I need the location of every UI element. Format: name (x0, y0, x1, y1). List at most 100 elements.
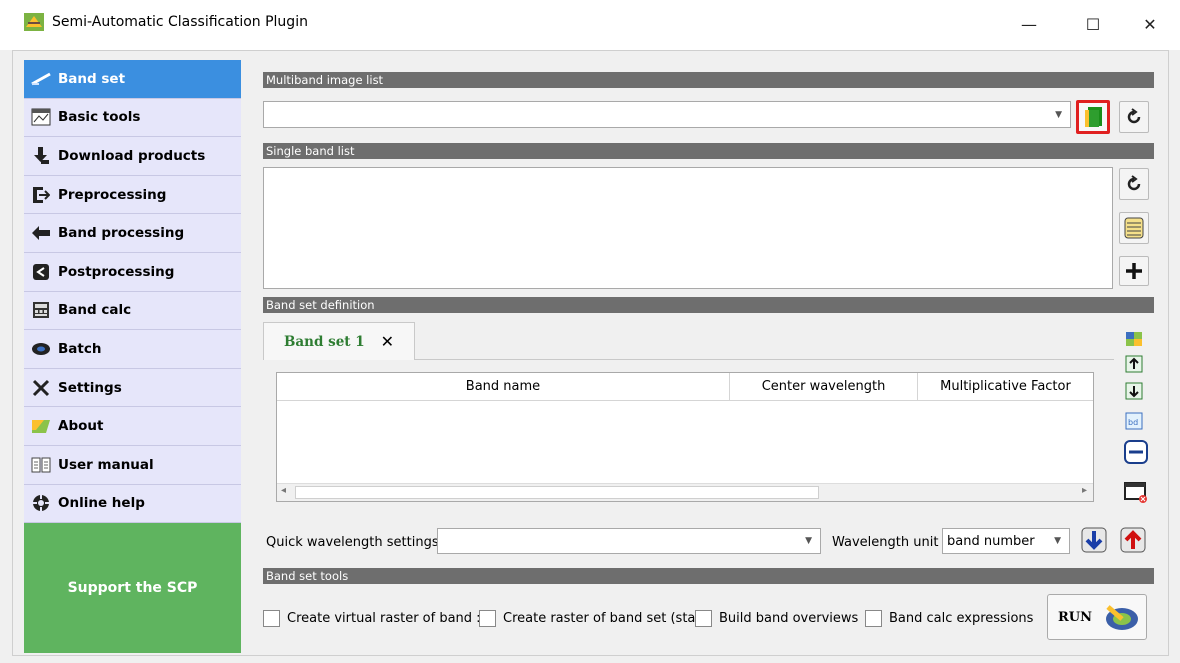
option-label: Create virtual raster of band : (287, 610, 481, 626)
sidebar-item-online-help[interactable]: Online help (24, 484, 241, 524)
import-icon (1126, 332, 1142, 346)
list-icon (1124, 217, 1144, 239)
sidebar-item-preprocessing[interactable]: Preprocessing (24, 175, 241, 215)
band-set-icon (30, 70, 52, 88)
sidebar-item-postprocessing[interactable]: Postprocessing (24, 252, 241, 292)
band-calc-expressions-option[interactable]: Band calc expressions (865, 608, 1033, 628)
sidebar-item-label: Download products (58, 147, 206, 164)
basic-tools-icon (30, 108, 52, 126)
column-center-wavelength[interactable]: Center wavelength (730, 373, 918, 401)
sidebar-item-label: Online help (58, 495, 145, 512)
sidebar-item-label: Basic tools (58, 109, 141, 126)
open-multiband-button[interactable] (1076, 100, 1110, 134)
refresh-icon (1127, 175, 1141, 191)
build-overviews-option[interactable]: Build band overviews (695, 608, 858, 628)
download-icon (30, 146, 52, 165)
calculator-icon (30, 301, 52, 319)
add-band-button[interactable] (1119, 256, 1149, 286)
column-band-name[interactable]: Band name (277, 373, 730, 401)
sidebar-item-band-processing[interactable]: Band processing (24, 214, 241, 253)
refresh-single-band-button[interactable] (1119, 168, 1149, 200)
run-icon (1106, 605, 1139, 630)
multiband-raster-icon (1085, 107, 1102, 127)
sidebar-item-label: User manual (58, 456, 154, 473)
preprocessing-icon (30, 186, 52, 204)
window-title: Semi-Automatic Classification Plugin (52, 14, 308, 30)
tab-band-set-1[interactable]: Band set 1 ✕ (263, 322, 415, 360)
sidebar-item-label: Band processing (58, 225, 185, 242)
sort-icon: bd (1125, 412, 1143, 430)
wavelength-unit-label: Wavelength unit (832, 535, 939, 550)
column-multiplicative-factor[interactable]: Multiplicative Factor (918, 373, 1093, 401)
sidebar-item-label: About (58, 418, 104, 435)
chevron-down-icon: ▼ (1055, 109, 1062, 120)
sidebar-item-settings[interactable]: Settings (24, 368, 241, 408)
about-icon (30, 417, 52, 435)
sidebar-item-download-products[interactable]: Download products (24, 137, 241, 176)
batch-icon (30, 340, 52, 358)
multiband-section-header: Multiband image list (263, 72, 1154, 88)
remove-band-button[interactable] (1121, 437, 1151, 467)
scrollbar-thumb[interactable] (295, 486, 819, 499)
run-button[interactable]: RUN (1047, 594, 1147, 640)
chevron-down-icon: ▼ (1054, 536, 1061, 546)
blue-down-arrow-icon (1081, 527, 1107, 553)
single-band-section-header: Single band list (263, 143, 1154, 159)
sidebar-item-band-calc[interactable]: Band calc (24, 291, 241, 331)
close-tab-icon[interactable]: ✕ (381, 332, 394, 351)
scroll-right-icon[interactable]: ▸ (1082, 485, 1087, 496)
refresh-icon (1127, 108, 1141, 124)
sidebar-item-label: Preprocessing (58, 186, 167, 203)
book-icon (30, 456, 52, 474)
close-button[interactable]: ✕ (1127, 8, 1173, 40)
checkbox[interactable] (263, 609, 280, 627)
maximize-button[interactable]: ☐ (1070, 8, 1116, 40)
sort-bands-button[interactable]: bd (1121, 408, 1147, 434)
option-label: Band calc expressions (889, 610, 1034, 626)
band-set-tools-header: Band set tools (263, 568, 1154, 584)
import-band-set-button[interactable] (1121, 326, 1147, 352)
sidebar-item-about[interactable]: About (24, 407, 241, 446)
quick-wavelength-label: Quick wavelength settings (266, 535, 439, 550)
create-virtual-raster-option[interactable]: Create virtual raster of band : (263, 608, 481, 628)
band-set-tab-strip: Band set 1 ✕ (263, 322, 1114, 360)
sidebar-item-user-manual[interactable]: User manual (24, 445, 241, 485)
import-band-set-file-button[interactable] (1117, 525, 1149, 555)
scroll-left-icon[interactable]: ◂ (281, 485, 286, 496)
sidebar-item-label: Batch (58, 340, 102, 357)
checkbox[interactable] (479, 609, 496, 627)
help-icon (30, 494, 52, 512)
checkbox[interactable] (865, 609, 882, 627)
option-label: Build band overviews (719, 610, 859, 626)
refresh-multiband-button[interactable] (1119, 101, 1149, 133)
tab-label: Band set 1 (284, 333, 365, 350)
horizontal-scrollbar[interactable]: ◂ ▸ (277, 483, 1093, 501)
band-set-table[interactable]: Band name Center wavelength Multiplicati… (276, 372, 1094, 502)
minimize-button[interactable]: — (1006, 8, 1052, 40)
quick-wavelength-combo[interactable]: ▼ (437, 528, 821, 554)
select-all-bands-button[interactable] (1119, 212, 1149, 244)
move-down-button[interactable] (1121, 378, 1147, 404)
sidebar-item-band-set[interactable]: Band set (24, 60, 241, 99)
sidebar-item-label: Band set (58, 70, 126, 87)
wavelength-unit-combo[interactable]: band number ▼ (942, 528, 1070, 554)
move-up-button[interactable] (1121, 351, 1147, 377)
band-set-definition-header: Band set definition (263, 297, 1154, 313)
sidebar-item-batch[interactable]: Batch (24, 330, 241, 369)
export-band-set-button[interactable] (1078, 525, 1110, 555)
minus-icon (1124, 440, 1148, 464)
sidebar-item-label: Settings (58, 379, 122, 396)
support-scp-button[interactable]: Support the SCP (24, 523, 241, 653)
checkbox[interactable] (695, 609, 712, 627)
run-label: RUN (1058, 609, 1093, 625)
plus-icon (1126, 263, 1142, 279)
chevron-down-icon: ▼ (805, 536, 812, 546)
single-band-list[interactable] (263, 167, 1113, 289)
postprocessing-icon (30, 263, 52, 281)
multiband-image-combo[interactable]: ▼ (263, 101, 1071, 128)
clear-table-button[interactable] (1121, 477, 1151, 507)
sidebar-item-basic-tools[interactable]: Basic tools (24, 98, 241, 138)
app-icon (24, 13, 44, 31)
arrow-up-icon (1125, 355, 1143, 373)
create-raster-option[interactable]: Create raster of band set (sta (479, 608, 695, 628)
